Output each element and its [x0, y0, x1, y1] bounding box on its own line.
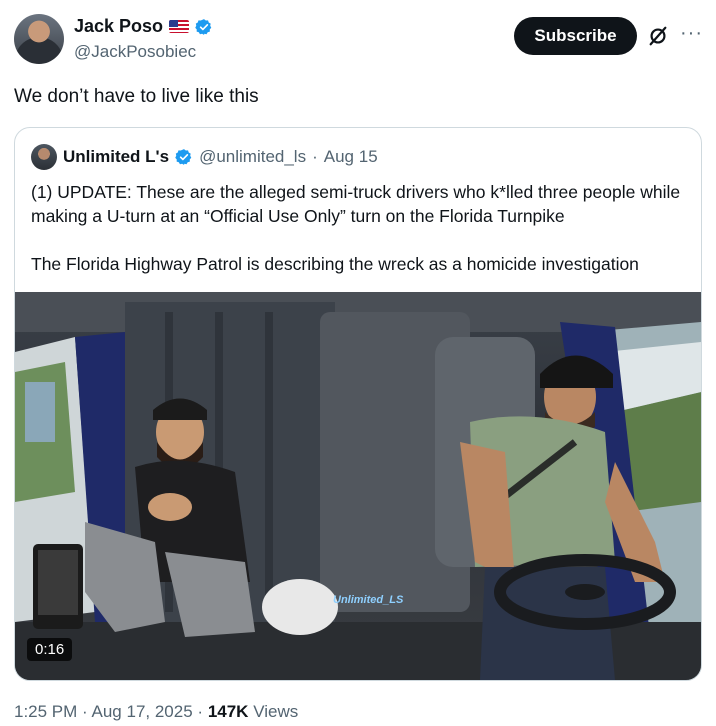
video-watermark: Unlimited_LS — [333, 594, 404, 606]
grok-icon[interactable] — [647, 25, 669, 47]
author-name[interactable]: Jack Poso — [74, 16, 163, 37]
video-player[interactable]: Unlimited_LS 0:16 — [15, 292, 701, 680]
quoted-tweet-date[interactable]: Aug 15 — [324, 147, 378, 167]
verified-badge-icon — [195, 18, 212, 35]
post-date[interactable]: Aug 17, 2025 — [92, 702, 193, 721]
quoted-tweet-header: Unlimited L's @unlimited_ls · Aug 15 — [31, 144, 378, 170]
dot-separator: · — [82, 702, 88, 721]
quoted-author-handle[interactable]: @unlimited_ls — [199, 147, 306, 167]
dot-separator: · — [197, 702, 204, 721]
us-flag-icon — [169, 20, 190, 33]
views-count: 147K — [207, 702, 249, 721]
tweet-metadata: 1:25 PM · Aug 17, 2025 · 147K Views — [14, 702, 298, 722]
quoted-paragraph-1: (1) UPDATE: These are the alleged semi-t… — [31, 182, 681, 226]
quoted-tweet-body: (1) UPDATE: These are the alleged semi-t… — [31, 180, 691, 276]
subscribe-button[interactable]: Subscribe — [514, 17, 637, 55]
quoted-author-name[interactable]: Unlimited L's — [63, 147, 169, 167]
author-handle[interactable]: @JackPosobiec — [74, 42, 196, 62]
author-name-row: Jack Poso — [74, 16, 213, 37]
quoted-tweet-card[interactable]: Unlimited L's @unlimited_ls · Aug 15 (1)… — [14, 127, 702, 681]
quoted-author-avatar[interactable] — [31, 144, 57, 170]
views-label: Views — [253, 702, 299, 721]
more-options-icon[interactable]: ··· — [680, 22, 703, 45]
tweet-text: We don’t have to live like this — [14, 86, 259, 107]
video-duration-badge: 0:16 — [27, 638, 73, 661]
verified-badge-icon — [175, 149, 192, 165]
dot-separator: · — [312, 147, 318, 166]
video-frame-truck-cab — [15, 292, 701, 680]
post-time[interactable]: 1:25 PM — [14, 702, 77, 721]
quoted-paragraph-2: The Florida Highway Patrol is describing… — [31, 254, 639, 274]
author-avatar[interactable] — [14, 14, 64, 64]
